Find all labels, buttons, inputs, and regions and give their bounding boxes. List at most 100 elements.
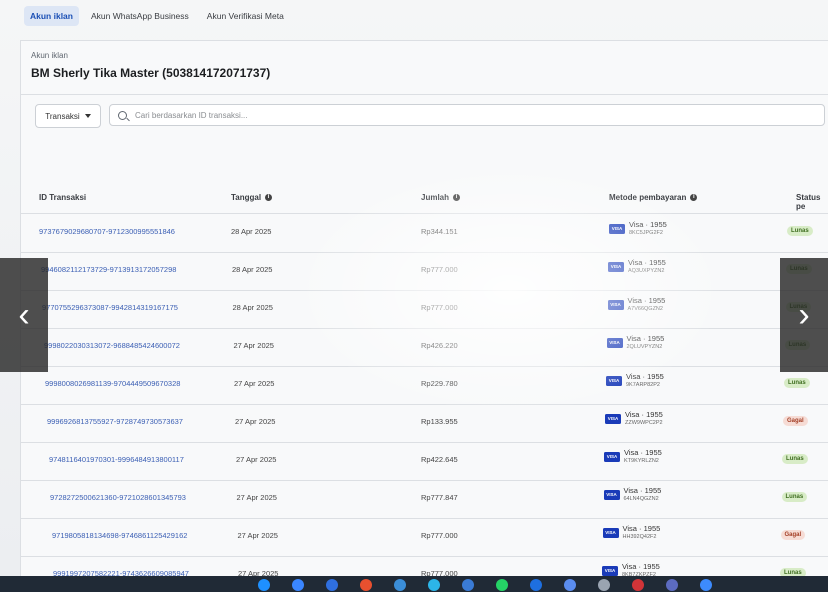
table-row[interactable]: 9719805818134698-9746861125429162 27 Apr … [21,518,828,557]
filter-label: Transaksi [45,111,80,121]
taskbar-app-icon[interactable] [700,579,712,591]
column-header-amount[interactable]: Jumlah i [421,193,461,202]
payment-reference-code: 8KC5JPG2F2 [629,230,663,236]
search-icon [118,110,127,120]
payment-method-label: Visa · 1955 [623,486,662,495]
transaction-amount: Rp777.000 [421,531,458,540]
table-row[interactable]: 9748116401970301-9996484913800117 27 Apr … [21,442,828,481]
payment-method-label: Visa · 1955 [629,220,667,229]
payment-method: VISA Visa · 1955 9K7ARP82P2 [606,372,664,390]
transaction-id-link[interactable]: 9998008026981139-9704449509670328 [45,379,180,388]
taskbar-app-icon[interactable] [258,579,270,591]
payment-reference-code: A7V66QGZN2 [627,306,663,312]
caret-down-icon [84,114,91,118]
payment-method-text: Visa · 1955 AQ3UXPYZN2 [628,258,666,276]
payment-method: VISA Visa · 1955 KT9KYRLZN2 [604,448,662,466]
transaction-date: 27 Apr 2025 [236,455,277,464]
taskbar-app-icon[interactable] [360,579,372,591]
transaction-filter-dropdown[interactable]: Transaksi [35,104,101,128]
taskbar-app-icon[interactable] [292,579,304,591]
info-icon[interactable]: i [453,194,461,201]
transaction-date: 27 Apr 2025 [233,341,274,350]
column-header-method[interactable]: Metode pembayaran i [609,193,698,202]
payment-method: VISA Visa · 1955 2QLUVPYZN2 [606,334,664,352]
transaction-id-link[interactable]: 9991997207582221-9743626609085947 [53,569,189,576]
status-badge: Lunas [782,454,808,464]
transaction-amount: Rp344.151 [421,227,458,236]
payment-method-label: Visa · 1955 [622,524,661,533]
tab-akun-iklan[interactable]: Akun iklan [24,6,79,26]
payment-method: VISA Visa · 1955 A7V66QGZN2 [607,296,666,314]
transaction-id-link[interactable]: 9728272500621360-9721028601345793 [50,493,186,502]
page-title: BM Sherly Tika Master (503814172071737) [31,66,271,80]
search-box[interactable] [109,104,825,126]
visa-card-icon: VISA [606,338,623,348]
transaction-id-link[interactable]: 9996926813755927-9728749730573637 [47,417,183,426]
transaction-id-link[interactable]: 9719805818134698-9746861125429162 [52,531,187,540]
visa-card-icon: VISA [603,490,620,500]
previous-arrow-button[interactable]: ‹ [0,258,48,372]
transaction-amount: Rp422.645 [421,455,458,464]
payment-method: VISA Visa · 1955 ZZW9WPC2P2 [605,410,663,428]
transaction-amount: Rp777.847 [421,493,458,502]
table-row[interactable]: 9946082112173729-9713913172057298 28 Apr … [21,252,828,291]
table-row[interactable]: 9998022030313072-9688485424600072 27 Apr … [21,328,828,367]
payment-reference-code: 64LN4QGZN2 [623,496,659,502]
transaction-id-link[interactable]: 9737679029680707-9712300995551846 [39,227,175,236]
taskbar-app-icon[interactable] [326,579,338,591]
search-input[interactable] [133,109,737,121]
tab-akun-verifikasi-meta[interactable]: Akun Verifikasi Meta [201,6,290,26]
taskbar-app-icon[interactable] [666,579,678,591]
table-row[interactable]: 9770755296373087-9942814319167175 28 Apr … [21,290,828,329]
payment-method: VISA Visa · 1955 AQ3UXPYZN2 [608,258,666,276]
visa-card-icon: VISA [604,452,620,462]
taskbar-app-icon[interactable] [564,579,576,591]
payment-reference-code: ZZW9WPC2P2 [625,420,663,426]
transaction-id-link[interactable]: 9770755296373087-9942814319167175 [42,303,178,312]
payment-method-label: Visa · 1955 [624,448,662,457]
taskbar-app-icon[interactable] [428,579,440,591]
payment-reference-code: AQ3UXPYZN2 [628,268,665,274]
table-row[interactable]: 9728272500621360-9721028601345793 27 Apr … [21,480,828,519]
tab-akun-whatsapp-business[interactable]: Akun WhatsApp Business [85,6,195,26]
transactions-card: Akun iklan BM Sherly Tika Master (503814… [20,40,828,576]
table-row[interactable]: 9991997207582221-9743626609085947 27 Apr … [21,556,828,576]
transaction-id-link[interactable]: 9748116401970301-9996484913800117 [49,455,184,464]
payment-reference-code: 2QLUVPYZN2 [626,344,663,350]
taskbar-app-icon[interactable] [530,579,542,591]
column-header-status[interactable]: Status pe [796,193,828,211]
payment-method-label: Visa · 1955 [625,410,663,419]
transaction-id-link[interactable]: 9998022030313072-9688485424600072 [44,341,180,350]
taskbar-app-icon[interactable] [462,579,474,591]
taskbar-app-icon[interactable] [496,579,508,591]
table-row[interactable]: 9996926813755927-9728749730573637 27 Apr … [21,404,828,443]
chevron-right-icon: › [798,295,810,334]
visa-card-icon: VISA [609,224,625,234]
column-header-id[interactable]: ID Transaksi [39,193,86,202]
taskbar-app-icon[interactable] [394,579,406,591]
visa-card-icon: VISA [607,300,624,310]
taskbar-app-icon[interactable] [632,579,644,591]
payment-method: VISA Visa · 1955 8KC5JPG2F2 [609,220,667,238]
payment-method-text: Visa · 1955 ZZW9WPC2P2 [625,410,663,428]
payment-method-text: Visa · 1955 HH392Q42F2 [623,524,661,542]
transaction-id-link[interactable]: 9946082112173729-9713913172057298 [41,265,176,274]
payment-method-text: Visa · 1955 8KC5JPG2F2 [629,220,667,238]
info-icon[interactable]: i [690,194,698,201]
visa-card-icon: VISA [602,528,619,538]
column-header-id-label: ID Transaksi [39,193,87,202]
table-row[interactable]: 9998008026981139-9704449509670328 27 Apr … [21,366,828,405]
table-row[interactable]: 9737679029680707-9712300995551846 28 Apr … [21,214,828,253]
next-arrow-button[interactable]: › [780,258,828,372]
transaction-date: 27 Apr 2025 [236,493,277,502]
info-icon[interactable]: i [265,194,273,201]
taskbar-app-icon[interactable] [598,579,610,591]
payment-method-label: Visa · 1955 [626,372,664,381]
payment-method-text: Visa · 1955 A7V66QGZN2 [628,296,666,314]
column-header-date[interactable]: Tanggal i [231,193,273,202]
payment-reference-code: HH392Q42F2 [622,534,657,540]
payment-reference-code: 9K7ARP82P2 [626,382,660,388]
header-divider [21,94,828,95]
windows-taskbar [0,576,828,592]
transaction-date: 28 Apr 2025 [232,265,273,274]
